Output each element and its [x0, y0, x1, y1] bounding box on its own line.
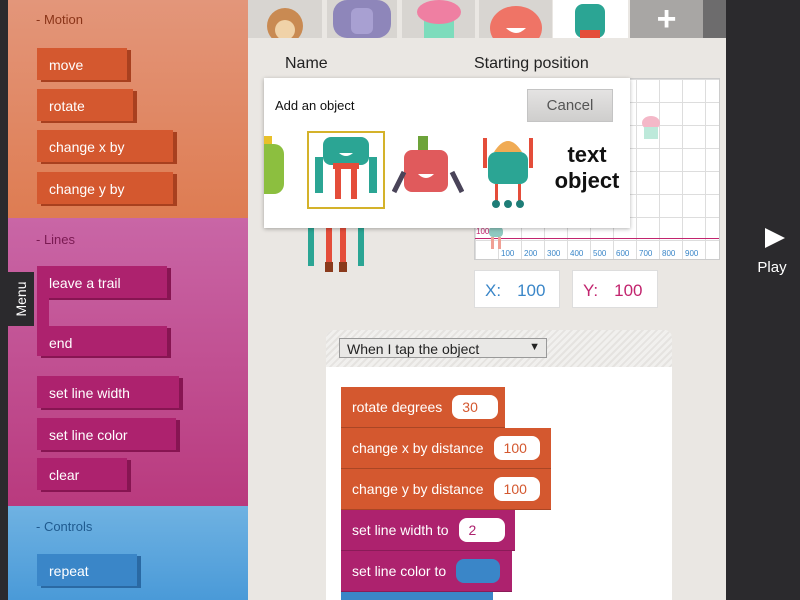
menu-label: Menu [13, 281, 29, 317]
block-rotate[interactable]: rotate [37, 89, 133, 121]
x-tick: 100 [501, 249, 515, 258]
tab-cupcake[interactable] [402, 0, 475, 38]
play-button[interactable]: Play [752, 226, 792, 276]
dropdown-arrow-icon: ▼ [529, 341, 540, 353]
y-field[interactable]: Y: 100 [572, 270, 658, 308]
y-value: 100 [614, 281, 643, 300]
x-tick: 300 [547, 249, 561, 258]
name-label: Name [285, 55, 328, 72]
trigger-dropdown[interactable]: When I tap the object ▼ [339, 338, 547, 358]
x-tick: 200 [524, 249, 538, 258]
tab-gorilla[interactable] [327, 0, 397, 38]
block-label: rotate degrees [352, 399, 443, 415]
text-object-line1: text [567, 142, 607, 167]
script-block-change-y[interactable]: change y by distance 100 [341, 469, 551, 510]
block-label: change x by distance [352, 440, 484, 456]
change-x-value-input[interactable]: 100 [493, 436, 540, 460]
block-label: change y by distance [352, 481, 484, 497]
block-change-x[interactable]: change x by [37, 130, 173, 162]
block-label: set line color to [352, 563, 447, 579]
x-tick: 700 [639, 249, 653, 258]
block-set-line-color[interactable]: set line color [37, 418, 176, 450]
x-tick: 600 [616, 249, 630, 258]
object-green-monster[interactable] [264, 134, 286, 206]
left-edge [0, 0, 8, 600]
block-label: set line width to [352, 522, 449, 538]
block-set-line-width[interactable]: set line width [37, 376, 179, 408]
controls-title[interactable]: - Controls [36, 519, 92, 534]
block-clear[interactable]: clear [37, 458, 127, 490]
script-block-rotate[interactable]: rotate degrees 30 [341, 387, 505, 428]
script-header: When I tap the object ▼ [326, 330, 672, 367]
motion-palette: - Motion move rotate change x by change … [8, 0, 248, 218]
trigger-value: When I tap the object [347, 341, 480, 357]
tab-teal-monster[interactable] [553, 0, 628, 38]
lines-title[interactable]: - Lines [36, 232, 75, 247]
script-block-controls[interactable] [341, 592, 493, 600]
object-teal-monster[interactable] [307, 131, 385, 209]
character-sprite[interactable] [483, 227, 509, 249]
script-block-set-line-color[interactable]: set line color to [341, 551, 512, 592]
block-leave-a-trail[interactable]: leave a trail [37, 266, 167, 298]
object-text[interactable]: text object [548, 142, 626, 194]
tab-scroll-area [703, 0, 726, 38]
menu-button[interactable]: Menu [8, 272, 34, 326]
x-tick: 900 [685, 249, 699, 258]
rotate-value-input[interactable]: 30 [452, 395, 499, 419]
starting-position-label: Starting position [474, 55, 589, 72]
cancel-button[interactable]: Cancel [527, 89, 613, 122]
lines-palette: - Lines leave a trail end set line width… [8, 218, 248, 506]
block-end[interactable]: end [37, 326, 167, 356]
x-field[interactable]: X: 100 [474, 270, 560, 308]
script-block-set-line-width[interactable]: set line width to 2 [341, 510, 515, 551]
add-object-button[interactable]: + [630, 0, 703, 38]
text-object-line2: object [554, 168, 620, 193]
trail-bracket [37, 298, 49, 326]
tab-octopus[interactable] [479, 0, 552, 38]
popup-title: Add an object [275, 98, 355, 113]
play-icon [765, 228, 785, 248]
x-tick: 500 [593, 249, 607, 258]
controls-palette: - Controls repeat [8, 506, 248, 600]
object-robot[interactable] [480, 132, 536, 210]
x-axis-line [475, 238, 719, 239]
tab-monkey[interactable] [248, 0, 322, 38]
line-width-value-input[interactable]: 2 [458, 518, 505, 542]
cupcake-sprite[interactable] [639, 115, 663, 143]
motion-title[interactable]: - Motion [36, 12, 83, 27]
x-tick: 400 [570, 249, 584, 258]
y-label: Y: [583, 281, 599, 300]
block-repeat[interactable]: repeat [37, 554, 137, 586]
script-panel: When I tap the object ▼ rotate degrees 30 … [326, 330, 672, 600]
line-color-swatch[interactable] [456, 559, 501, 583]
x-value: 100 [517, 281, 546, 300]
block-move[interactable]: move [37, 48, 127, 80]
character-preview [308, 228, 364, 272]
x-tick: 800 [662, 249, 676, 258]
play-label: Play [757, 259, 787, 276]
change-y-value-input[interactable]: 100 [493, 477, 540, 501]
object-red-monster[interactable] [392, 134, 464, 206]
x-label: X: [485, 281, 502, 300]
block-change-y[interactable]: change y by [37, 172, 173, 204]
script-block-change-x[interactable]: change x by distance 100 [341, 428, 551, 469]
add-object-popup: Add an object Cancel text object [264, 78, 630, 228]
plus-icon: + [656, 0, 677, 38]
right-panel [726, 0, 800, 600]
